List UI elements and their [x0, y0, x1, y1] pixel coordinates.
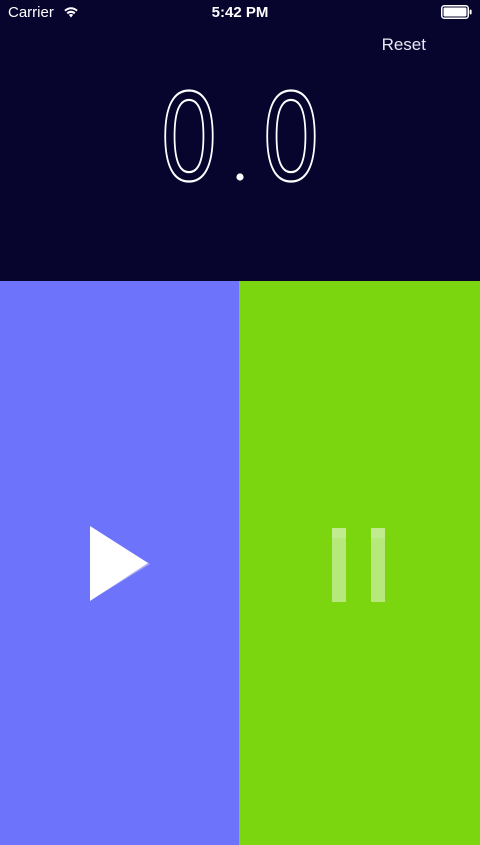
decimal-point [236, 173, 244, 181]
status-time: 5:42 PM [211, 4, 269, 21]
elapsed-seconds: 0 [159, 80, 219, 190]
status-bar: Carrier 5:42 PM [0, 0, 480, 26]
play-icon [90, 526, 150, 601]
elapsed-tenths: 0 [261, 80, 321, 190]
stopwatch-app: Carrier 5:42 PM Reset 0 0 [0, 0, 480, 845]
timer-panel: Carrier 5:42 PM Reset 0 0 [0, 0, 480, 281]
reset-button[interactable]: Reset [382, 35, 426, 55]
start-button[interactable] [0, 281, 239, 845]
elapsed-time-display: 0 0 [0, 80, 480, 190]
pause-button[interactable] [239, 281, 480, 845]
pause-icon [332, 528, 385, 602]
elapsed-time-graphic: 0 0 [158, 80, 322, 190]
battery-icon [441, 5, 472, 19]
